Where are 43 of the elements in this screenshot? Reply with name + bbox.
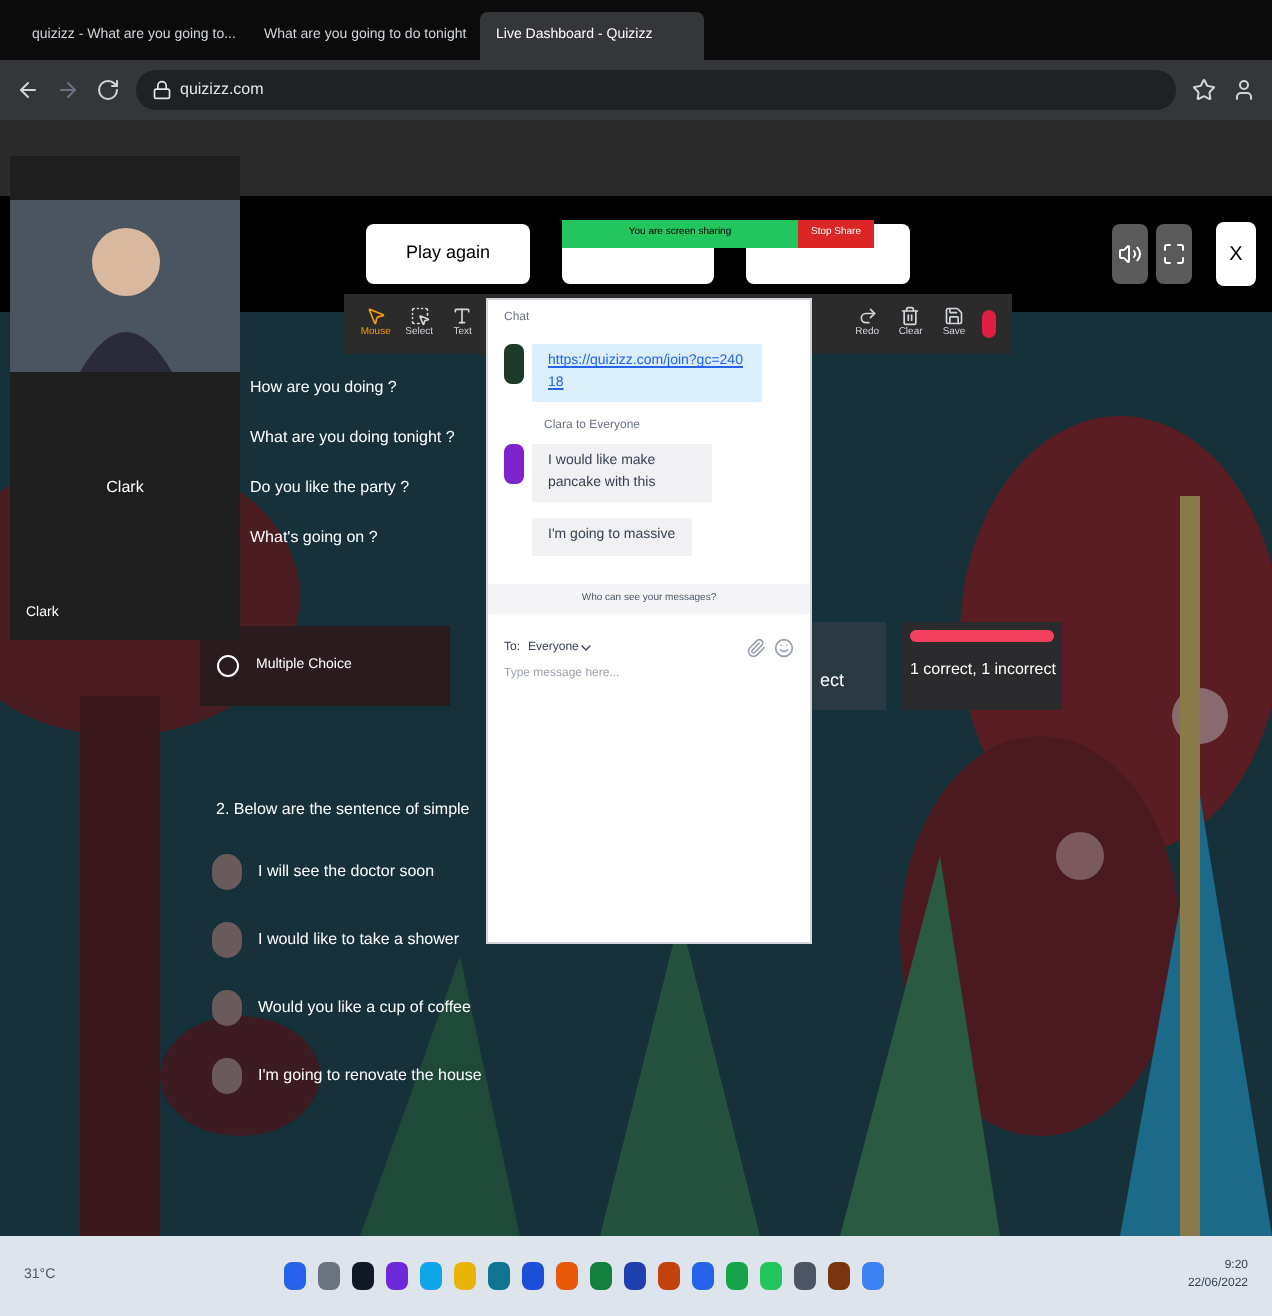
participant-name: Clark [106, 475, 144, 500]
profile-icon[interactable] [1232, 78, 1256, 102]
result-text: 1 correct, 1 incorrect [910, 658, 1054, 682]
sound-button[interactable] [1112, 224, 1148, 284]
star-icon[interactable] [1192, 78, 1216, 102]
tool-icon [900, 306, 921, 327]
url-text: quizizz.com [180, 78, 264, 102]
chevron-icon [578, 640, 595, 656]
speaker-icon [1118, 242, 1142, 266]
attach-icon[interactable] [746, 638, 766, 658]
option-text: I would like to take a shower [258, 928, 459, 952]
stop-icon[interactable] [981, 310, 996, 338]
fullscreen-icon [1162, 242, 1186, 266]
tool-icon [857, 306, 878, 327]
question-title: 2. Below are the sentence of simple [216, 798, 472, 822]
address-field[interactable]: quizizz.com [136, 70, 1176, 110]
question-text: How are you doing ? [250, 376, 397, 400]
lock-icon [152, 80, 172, 100]
forward-icon[interactable] [56, 78, 80, 102]
app-icon[interactable] [794, 1262, 816, 1290]
user-avatar [504, 344, 524, 384]
app-icon[interactable] [352, 1262, 374, 1290]
emoji-icon[interactable] [774, 638, 794, 658]
question-text: What's going on ? [250, 526, 378, 550]
back-icon[interactable] [16, 78, 40, 102]
tool-icon [452, 306, 473, 327]
user-avatar [504, 444, 524, 484]
option-text: Would you like a cup of coffee [258, 996, 471, 1020]
app-icon[interactable] [624, 1262, 646, 1290]
play-again-button[interactable]: Play again [366, 224, 530, 284]
tool-icon [409, 306, 430, 327]
question-text: What are you doing tonight ? [250, 426, 455, 450]
option-text: I'm going to renovate the house [258, 1064, 482, 1088]
result-bar [910, 630, 1054, 642]
tool-icon [944, 306, 965, 327]
radio-icon [216, 654, 240, 678]
close-button[interactable]: X [1216, 222, 1256, 286]
app-icon[interactable] [828, 1262, 850, 1290]
question-text: Do you like the party ? [250, 476, 410, 500]
fullscreen-button[interactable] [1156, 224, 1192, 284]
option-text: I will see the doctor soon [258, 860, 435, 884]
tool-icon [365, 306, 386, 327]
reload-icon[interactable] [96, 78, 120, 102]
